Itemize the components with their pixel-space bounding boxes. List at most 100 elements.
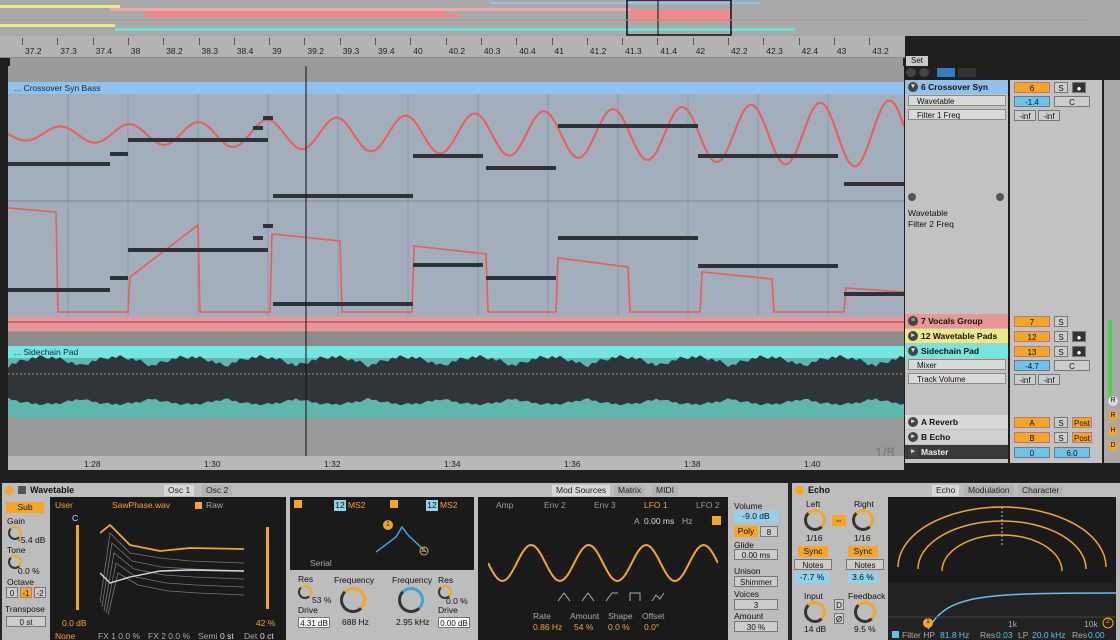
amount-value[interactable]: 54 % — [574, 622, 593, 632]
volume-value[interactable]: -9.0 dB — [734, 511, 778, 522]
parameter-chooser[interactable]: Filter 1 Freq — [908, 109, 1006, 120]
transpose-value[interactable]: 0 st — [6, 616, 46, 627]
power-icon[interactable] — [795, 486, 804, 495]
res-knob[interactable] — [298, 585, 312, 599]
next-locator-icon[interactable] — [919, 68, 929, 77]
tab-mod-sources[interactable]: Mod Sources — [552, 485, 611, 496]
filter2-toggle-icon[interactable] — [390, 500, 398, 508]
mod-tab-lfo2[interactable]: LFO 2 — [696, 500, 720, 510]
track-reverb-header[interactable]: ▸ A Reverb — [905, 415, 1008, 429]
beat-ruler[interactable]: 37.2 37.3 37.4 38 38.2 38.3 38.4 39 39.2 39.3 39.4… — [0, 36, 905, 58]
freq2-knob[interactable] — [398, 587, 424, 613]
retrigger-icon[interactable] — [712, 516, 721, 525]
glide-value[interactable]: 0.00 ms — [734, 549, 778, 560]
osc-level-slider[interactable] — [76, 525, 79, 610]
horizontal-scrollbar[interactable] — [10, 58, 903, 66]
arrangement-overview[interactable] — [0, 0, 1120, 36]
unison-mode[interactable]: Shimmer — [734, 576, 778, 587]
sub-toggle[interactable]: Sub — [6, 502, 44, 513]
add-lane-icon[interactable] — [996, 193, 1004, 201]
solo-button[interactable]: S — [1054, 432, 1068, 443]
fold-icon[interactable]: ▾ — [908, 82, 918, 92]
track-number-6[interactable]: 6 — [1014, 82, 1050, 93]
tab-osc2[interactable]: Osc 2 — [202, 485, 233, 496]
routing-select[interactable]: Serial — [310, 558, 332, 568]
master-volume[interactable]: 6.0 — [1054, 447, 1090, 458]
res-value[interactable]: 0.03 — [996, 630, 1013, 640]
parameter-chooser[interactable]: Track Volume — [908, 373, 1006, 384]
mod-tab-amp[interactable]: Amp — [496, 500, 513, 510]
arm-icon[interactable]: ● — [1072, 346, 1086, 357]
tab-midi[interactable]: MIDI — [652, 485, 678, 496]
collapse-icon[interactable] — [908, 193, 916, 201]
freq1-knob[interactable] — [340, 587, 366, 613]
rate-value[interactable]: 0.86 Hz — [533, 622, 562, 632]
pan-value[interactable]: C — [1054, 96, 1090, 107]
tab-matrix[interactable]: Matrix — [614, 485, 646, 496]
set-button[interactable]: Set — [906, 56, 928, 66]
tab-echo[interactable]: Echo — [932, 485, 960, 496]
group-icon[interactable]: ≡ — [908, 316, 918, 326]
poly-voices[interactable]: 8 — [760, 526, 778, 537]
semi-value[interactable]: 0 st — [220, 631, 234, 640]
link-icon[interactable]: ⇔ — [832, 515, 846, 526]
right-mode[interactable]: Notes — [846, 559, 884, 570]
track-sidechain-header[interactable]: ▾ Sidechain Pad — [905, 344, 1008, 358]
raw-toggle-icon[interactable] — [195, 502, 202, 509]
fold-icon[interactable]: ▸ — [908, 417, 918, 427]
mod-tab-lfo1[interactable]: LFO 1 — [644, 500, 668, 510]
zoom-toggle-icon[interactable] — [937, 68, 955, 77]
post-button[interactable]: Post — [1072, 432, 1092, 443]
rate-unit[interactable]: Hz — [682, 516, 692, 526]
send-a[interactable]: -inf — [1014, 110, 1036, 121]
phase-button[interactable]: Ø — [834, 613, 844, 624]
feedback-knob[interactable] — [854, 601, 876, 623]
fx1-value[interactable]: FX 1 0.0 % — [98, 631, 140, 640]
mod-tab-env3[interactable]: Env 3 — [594, 500, 616, 510]
return-toggle[interactable]: R — [1108, 396, 1118, 406]
filter2-type[interactable]: MS2 — [440, 500, 457, 510]
res2-value[interactable]: 0.00 — [1088, 630, 1105, 640]
fold-icon[interactable]: ▸ — [908, 432, 918, 442]
wavetable-select[interactable]: SawPhase.wav — [112, 500, 170, 510]
filter1-type[interactable]: MS2 — [348, 500, 365, 510]
right-time-knob[interactable] — [852, 509, 874, 531]
track-number-13[interactable]: 13 — [1014, 346, 1050, 357]
tab-character[interactable]: Character — [1018, 485, 1064, 496]
pan-value[interactable]: C — [1054, 360, 1090, 371]
voices-value[interactable]: 3 — [734, 599, 778, 610]
fold-icon[interactable]: ▾ — [908, 346, 918, 356]
amount-value[interactable]: 30 % — [734, 621, 778, 632]
arm-icon[interactable]: ● — [1072, 331, 1086, 342]
mod-tab-env2[interactable]: Env 2 — [544, 500, 566, 510]
post-button[interactable]: Post — [1072, 417, 1092, 428]
return-r-button[interactable]: R — [1108, 411, 1118, 421]
solo-button[interactable]: S — [1054, 346, 1068, 357]
fold-device-icon[interactable] — [18, 486, 26, 494]
track-number-12[interactable]: 12 — [1014, 331, 1050, 342]
track-number-b[interactable]: B — [1014, 432, 1050, 443]
lp-value[interactable]: 20.0 kHz — [1032, 630, 1066, 640]
solo-button[interactable]: S — [1054, 331, 1068, 342]
position-slider[interactable] — [266, 527, 269, 609]
filter1-toggle-icon[interactable] — [294, 500, 302, 508]
octave-0[interactable]: 0 — [6, 587, 18, 598]
left-sync[interactable]: Sync — [798, 546, 828, 557]
input-knob[interactable] — [804, 601, 826, 623]
offset-value[interactable]: 0.0° — [644, 622, 659, 632]
device-chooser[interactable]: Wavetable — [908, 95, 1006, 106]
solo-button[interactable]: S — [1054, 316, 1068, 327]
filter-toggle-icon[interactable] — [892, 631, 899, 638]
fx2-value[interactable]: FX 2 0.0 % — [148, 631, 190, 640]
send-b[interactable]: -inf — [1038, 110, 1060, 121]
right-offset[interactable]: 3.6 % — [848, 572, 878, 583]
right-sync[interactable]: Sync — [848, 546, 878, 557]
left-mode[interactable]: Notes — [794, 559, 832, 570]
send-b[interactable]: -inf — [1038, 374, 1060, 385]
octave-minus1[interactable]: -1 — [20, 587, 32, 598]
solo-button[interactable]: S — [1054, 417, 1068, 428]
time-ruler[interactable]: 1:28 1:30 1:32 1:34 1:36 1:38 1:40 — [8, 456, 904, 470]
attack-value[interactable]: 0.00 ms — [644, 516, 674, 526]
fold-icon[interactable]: ▸ — [908, 331, 918, 341]
detail-button[interactable]: D — [1108, 441, 1118, 451]
